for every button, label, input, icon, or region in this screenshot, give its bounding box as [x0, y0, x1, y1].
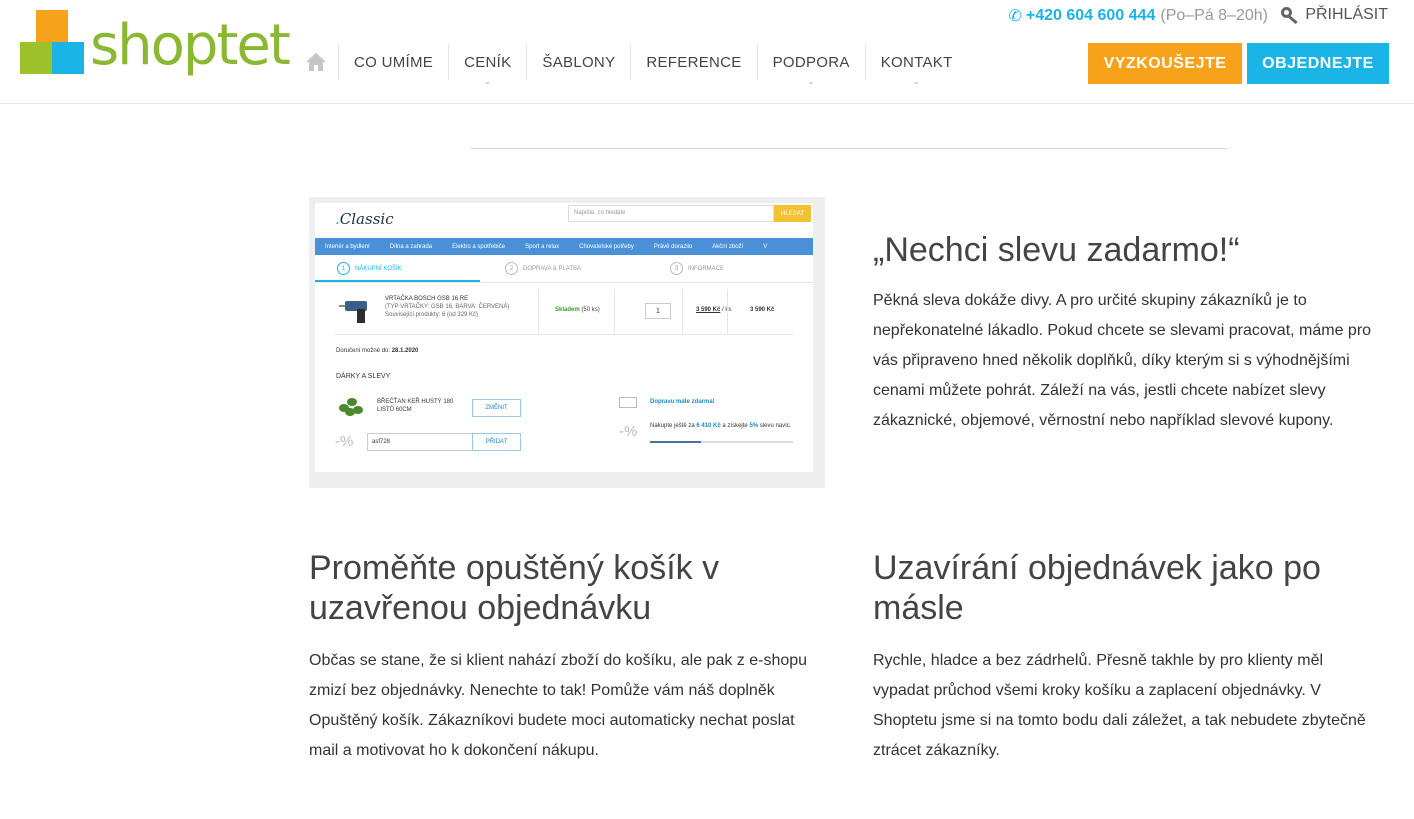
logo-square-green [20, 42, 52, 74]
cart-screenshot-content: .Classic Napište, co hledáte HLEDAT Inte… [315, 203, 813, 472]
mini-menu: Interiér a bydlení Dílna a zahrada Elekt… [315, 238, 813, 255]
login-link[interactable]: PŘIHLÁSIT [1281, 6, 1388, 25]
quantity-field: 1 [645, 303, 671, 319]
mini-search-input: Napište, co hledáte [568, 205, 774, 222]
classic-logo: .Classic [335, 210, 394, 228]
chevron-down-icon: ⌄ [807, 77, 815, 86]
total-price: 3 590 Kč [750, 307, 775, 313]
percent-icon: -% [619, 423, 638, 440]
plant-image [337, 394, 367, 418]
product-name: VRTAČKA BOSCH GSB 16 RE (TYP VRTAČKY: GS… [385, 296, 510, 318]
stock-status: Skladem (50 ks) [555, 307, 600, 313]
change-gift-button: ZMĚNIT [472, 399, 521, 417]
truck-icon [619, 397, 637, 408]
mini-menu-item: Akční zboží [712, 243, 744, 250]
phone-icon: ✆ [1008, 8, 1022, 25]
phone-hours: (Po–Pá 8–20h) [1160, 7, 1268, 24]
discount-progress-bar [650, 441, 793, 443]
phone-contact[interactable]: ✆ +420 604 600 444 (Po–Pá 8–20h) [1008, 6, 1268, 26]
nav-cenik[interactable]: CENÍK ⌄ [448, 44, 526, 86]
home-icon [306, 53, 326, 71]
mini-menu-item: Chovatelské potřeby [579, 243, 634, 250]
mini-menu-item: Elektro a spotřebiče [452, 243, 506, 250]
percent-icon: -% [335, 433, 354, 450]
chevron-down-icon: ⌄ [913, 77, 921, 86]
chevron-down-icon: ⌄ [484, 77, 492, 86]
progress-fill [650, 441, 702, 443]
nav-sablony[interactable]: ŠABLONY [526, 44, 630, 80]
step-underline [315, 280, 480, 282]
try-button[interactable]: VYZKOUŠEJTE [1088, 43, 1242, 84]
cart-product-row: VRTAČKA BOSCH GSB 16 RE (TYP VRTAČKY: GS… [335, 289, 793, 335]
logo-square-orange [36, 10, 68, 42]
nav-podpora[interactable]: PODPORA ⌄ [756, 44, 865, 86]
mini-search-button: HLEDAT [774, 205, 811, 222]
nav-kontakt[interactable]: KONTAKT ⌄ [864, 44, 968, 86]
shoptet-logo[interactable]: shoptet [20, 10, 291, 86]
checkout-text: Rychle, hladce a bez zádrhelů. Přesně ta… [873, 652, 1366, 759]
site-header: shoptet CO UMÍME CENÍK ⌄ ŠABLONY REFERENC… [0, 0, 1414, 104]
coupon-field: asf728 [367, 433, 473, 451]
cart-screenshot: .Classic Napište, co hledáte HLEDAT Inte… [309, 197, 825, 488]
checkout-steps: 1 NÁKUPNÍ KOŠÍK 2 DOPRAVA & PLATBA 3 INFORM… [315, 259, 813, 283]
discount-heading: „Nechci slevu zadarmo!“ [873, 231, 1240, 269]
logo-text: shoptet [90, 13, 291, 78]
step-cart: 1 NÁKUPNÍ KOŠÍK [337, 262, 402, 275]
checkout-heading: Uzavírání objednávek jako po másle [873, 549, 1321, 627]
nav-co-umime[interactable]: CO UMÍME [338, 44, 448, 80]
order-button[interactable]: OBJEDNEJTE [1247, 43, 1389, 84]
login-label: PŘIHLÁSIT [1305, 6, 1388, 23]
nav-reference[interactable]: REFERENCE [630, 44, 756, 80]
abandoned-cart-text: Občas se stane, že si klient nahází zbož… [309, 652, 808, 759]
nav-home[interactable] [296, 44, 338, 80]
discount-hint: Nakupte ještě za 6 410 Kč a získejte 5% … [650, 423, 792, 429]
main-nav: CO UMÍME CENÍK ⌄ ŠABLONY REFERENCE PODPOR… [296, 44, 968, 86]
phone-number[interactable]: +420 604 600 444 [1026, 7, 1155, 25]
step-info: 3 INFORMACE [670, 262, 724, 275]
free-shipping-note: Dopravu máte zdarma! [650, 399, 715, 405]
gift-name: BŘEČŤAN KEŘ HUSTÝ 180 LISTŮ 60CM [377, 399, 454, 413]
key-icon [1281, 7, 1299, 25]
mini-menu-item: V [763, 243, 768, 250]
step-shipping: 2 DOPRAVA & PLATBA [505, 262, 581, 275]
discount-text: Pěkná sleva dokáže divy. A pro určité sk… [873, 292, 1372, 429]
add-coupon-button: PŘIDAT [472, 433, 521, 451]
logo-square-blue [52, 42, 84, 74]
mini-menu-item: Dílna a zahrada [389, 243, 433, 250]
gifts-heading: DÁRKY A SLEVY [336, 373, 391, 380]
drill-image [339, 297, 375, 323]
abandoned-cart-heading: Proměňte opuštěný košík v uzavřenou obje… [309, 549, 720, 627]
mini-menu-item: Právě dorazilo [653, 243, 693, 250]
section-divider [471, 148, 1227, 149]
mini-menu-item: Interiér a bydlení [325, 243, 370, 250]
delivery-date: Doručení možné do: 28.1.2020 [336, 348, 419, 354]
mini-menu-item: Sport a relax [525, 243, 560, 250]
